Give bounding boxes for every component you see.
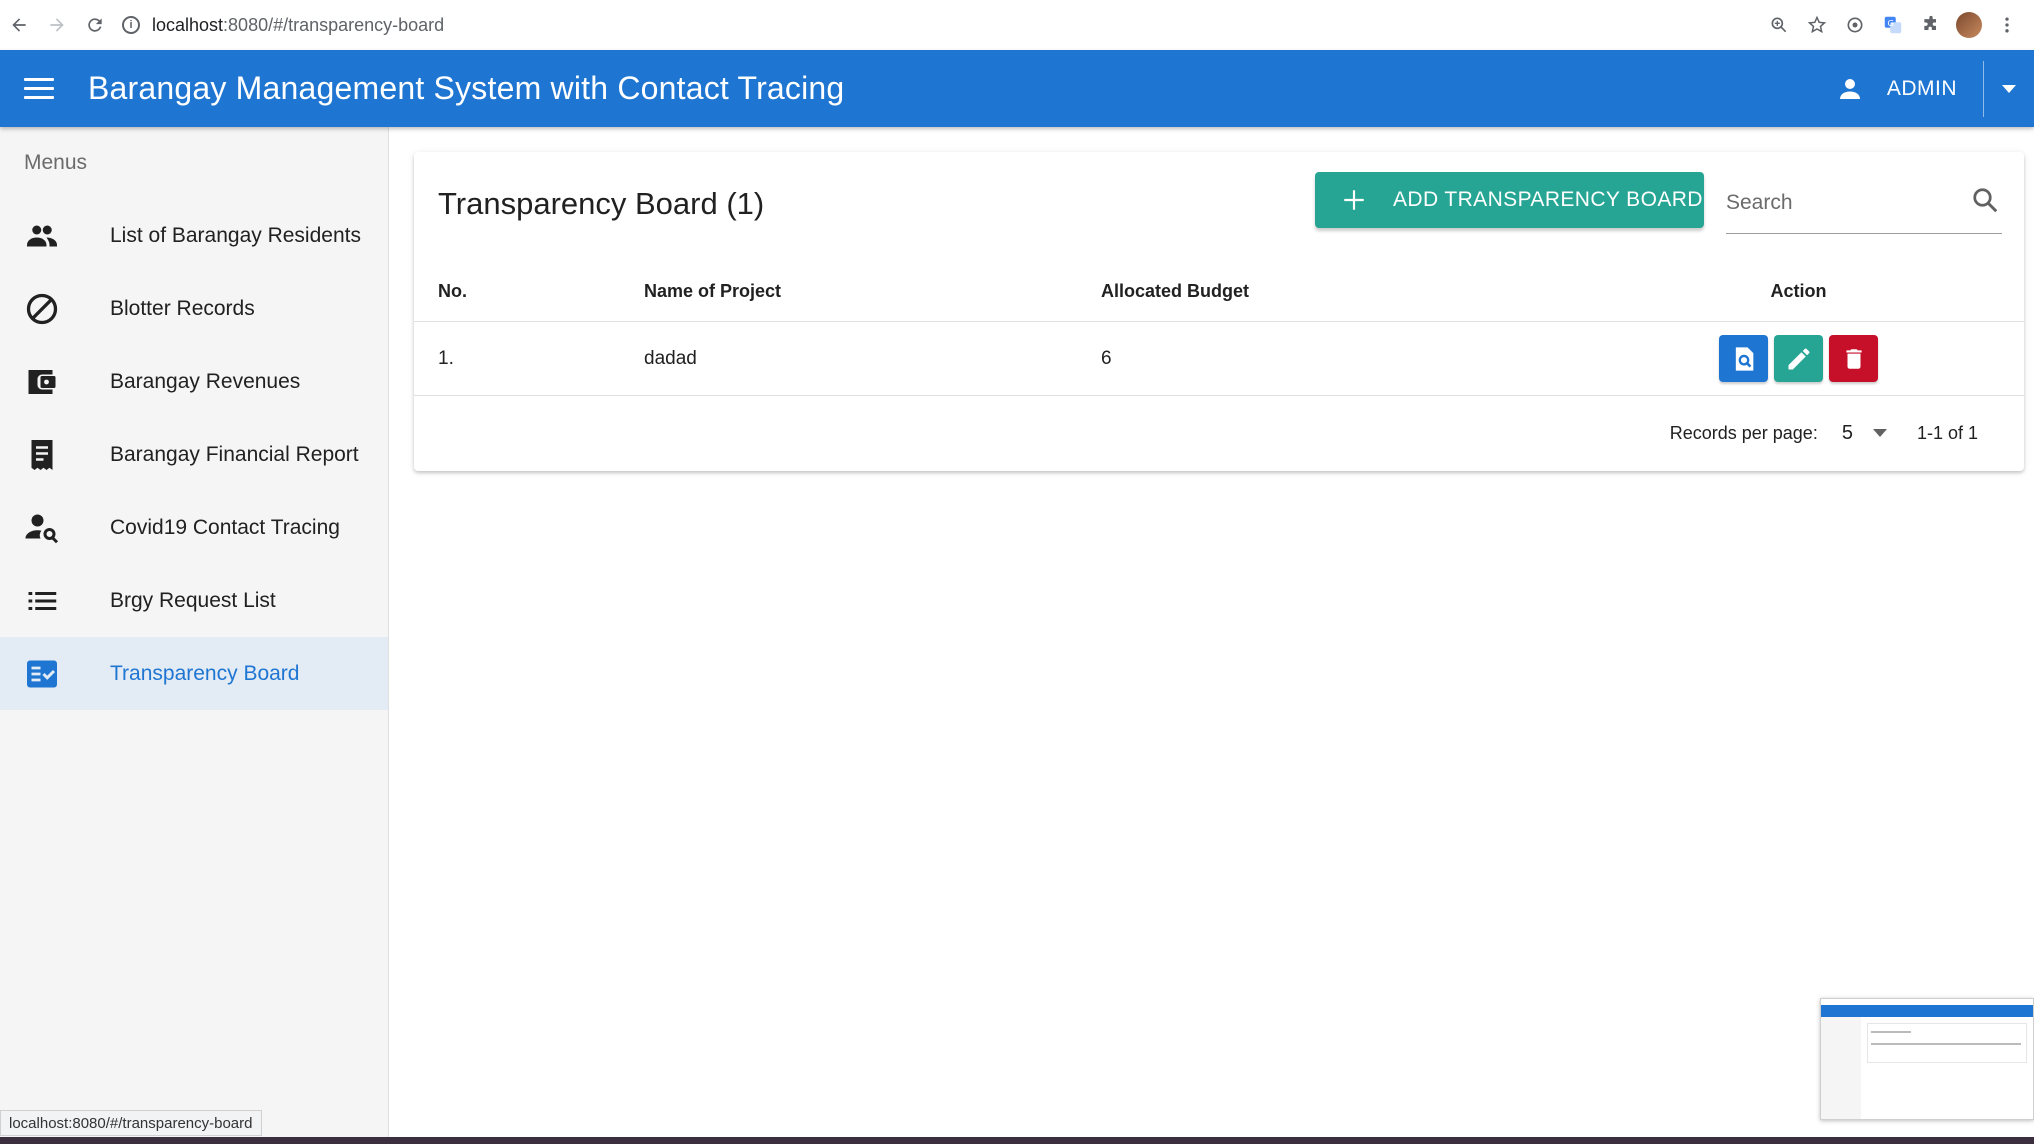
- cell-project-name: dadad: [644, 347, 697, 369]
- sidebar-item-label: Barangay Financial Report: [110, 442, 359, 466]
- data-table: No. Name of Project Allocated Budget Act…: [414, 262, 2024, 396]
- sidebar-item-request-list[interactable]: Brgy Request List: [0, 564, 388, 637]
- translate-icon[interactable]: G: [1874, 6, 1912, 44]
- column-header-budget[interactable]: Allocated Budget: [1101, 281, 1601, 302]
- edit-button[interactable]: [1774, 335, 1823, 382]
- table-header-row: No. Name of Project Allocated Budget Act…: [414, 262, 2024, 322]
- sidebar-item-revenues[interactable]: Barangay Revenues: [0, 345, 388, 418]
- records-per-page-select[interactable]: 5: [1842, 422, 1887, 445]
- profile-avatar[interactable]: [1956, 12, 1982, 38]
- search-field: [1726, 172, 2002, 234]
- forward-icon[interactable]: [38, 0, 76, 50]
- column-header-action: Action: [1770, 281, 1827, 301]
- cell-actions: [1601, 335, 2024, 382]
- caret-down-icon: [2002, 84, 2016, 93]
- browser-toolbar: i localhost:8080/#/transparency-board G: [0, 0, 2034, 50]
- extension-circle-icon[interactable]: [1836, 6, 1874, 44]
- list-icon: [28, 591, 57, 610]
- cell-budget: 6: [1101, 347, 1112, 369]
- records-per-page-value: 5: [1841, 421, 1853, 444]
- plus-icon: [1315, 187, 1393, 213]
- sidebar-item-blotter[interactable]: Blotter Records: [0, 272, 388, 345]
- browser-actions: G: [1760, 6, 2034, 44]
- view-document-icon: [1735, 346, 1753, 371]
- block-icon: [26, 293, 58, 324]
- delete-button[interactable]: [1829, 335, 1878, 382]
- zoom-icon[interactable]: [1760, 6, 1798, 44]
- sidebar-item-label: Brgy Request List: [110, 588, 276, 612]
- person-search-icon: [25, 514, 59, 543]
- sidebar: Menus List of Barangay Residents Blotter…: [0, 127, 389, 1144]
- table-row: 1. dadad 6: [414, 322, 2024, 396]
- dock-strip: [0, 1137, 2034, 1144]
- app-bar-actions: ADMIN: [1815, 50, 2034, 127]
- pencil-icon: [1788, 348, 1809, 369]
- caret-down-icon: [1872, 429, 1887, 437]
- sidebar-item-financial-report[interactable]: Barangay Financial Report: [0, 418, 388, 491]
- puzzle-icon[interactable]: [1912, 6, 1950, 44]
- address-bar[interactable]: i localhost:8080/#/transparency-board: [122, 5, 1760, 45]
- svg-text:G: G: [1888, 18, 1894, 28]
- add-transparency-board-button[interactable]: ADD TRANSPARENCY BOARD: [1315, 172, 1704, 228]
- search-input[interactable]: [1726, 190, 1946, 215]
- reload-icon[interactable]: [76, 0, 114, 50]
- admin-label: ADMIN: [1886, 76, 1957, 100]
- pagination-range: 1-1 of 1: [1916, 422, 1978, 443]
- status-bar-url: localhost:8080/#/transparency-board: [0, 1110, 262, 1136]
- table-pagination: Records per page: 5 1-1 of 1: [414, 396, 2024, 470]
- hamburger-menu-icon[interactable]: [24, 69, 64, 109]
- column-header-no[interactable]: No.: [414, 281, 644, 302]
- sidebar-subheader: Menus: [24, 151, 88, 174]
- star-icon[interactable]: [1798, 6, 1836, 44]
- thumbnail-app-bar: [1821, 1005, 2033, 1017]
- thumbnail-line: [1871, 1031, 1911, 1033]
- page-title: Transparency Board (1): [438, 186, 765, 221]
- app-title: Barangay Management System with Contact …: [88, 70, 845, 106]
- sidebar-item-transparency-board[interactable]: Transparency Board: [0, 637, 388, 710]
- admin-user-button[interactable]: ADMIN: [1815, 50, 1983, 127]
- transparency-board-card: Transparency Board (1) ADD TRANSPARENCY …: [414, 152, 2024, 471]
- trash-icon: [1845, 348, 1862, 369]
- people-icon: [27, 225, 57, 246]
- search-icon[interactable]: [1970, 185, 2000, 220]
- app-bar: Barangay Management System with Contact …: [0, 50, 2034, 127]
- column-header-name[interactable]: Name of Project: [644, 281, 1101, 302]
- user-menu-dropdown[interactable]: [1984, 50, 2034, 127]
- url-host: localhost: [152, 14, 224, 35]
- add-button-label: ADD TRANSPARENCY BOARD: [1393, 188, 1703, 211]
- sidebar-item-label: Transparency Board: [110, 661, 300, 685]
- fact-check-icon: [27, 660, 57, 687]
- person-icon: [1839, 78, 1860, 99]
- thumbnail-line: [1871, 1043, 2021, 1045]
- view-button[interactable]: [1719, 335, 1768, 382]
- back-icon[interactable]: [0, 0, 38, 50]
- more-vert-icon[interactable]: [1988, 6, 2026, 44]
- thumbnail-sidebar: [1821, 1017, 1861, 1119]
- cell-no: 1.: [438, 347, 454, 369]
- sidebar-item-label: Blotter Records: [110, 296, 255, 320]
- sidebar-item-label: Covid19 Contact Tracing: [110, 515, 340, 539]
- url-path: :8080/#/transparency-board: [223, 14, 445, 35]
- receipt-icon: [31, 439, 53, 470]
- records-per-page-label: Records per page:: [1669, 422, 1818, 443]
- screenshot-thumbnail[interactable]: [1820, 998, 2034, 1120]
- sidebar-item-contact-tracing[interactable]: Covid19 Contact Tracing: [0, 491, 388, 564]
- sidebar-item-label: Barangay Revenues: [110, 369, 301, 393]
- sidebar-item-residents[interactable]: List of Barangay Residents: [0, 199, 388, 272]
- info-icon[interactable]: i: [122, 16, 140, 34]
- sidebar-item-label: List of Barangay Residents: [110, 223, 361, 247]
- wallet-icon: [28, 369, 56, 394]
